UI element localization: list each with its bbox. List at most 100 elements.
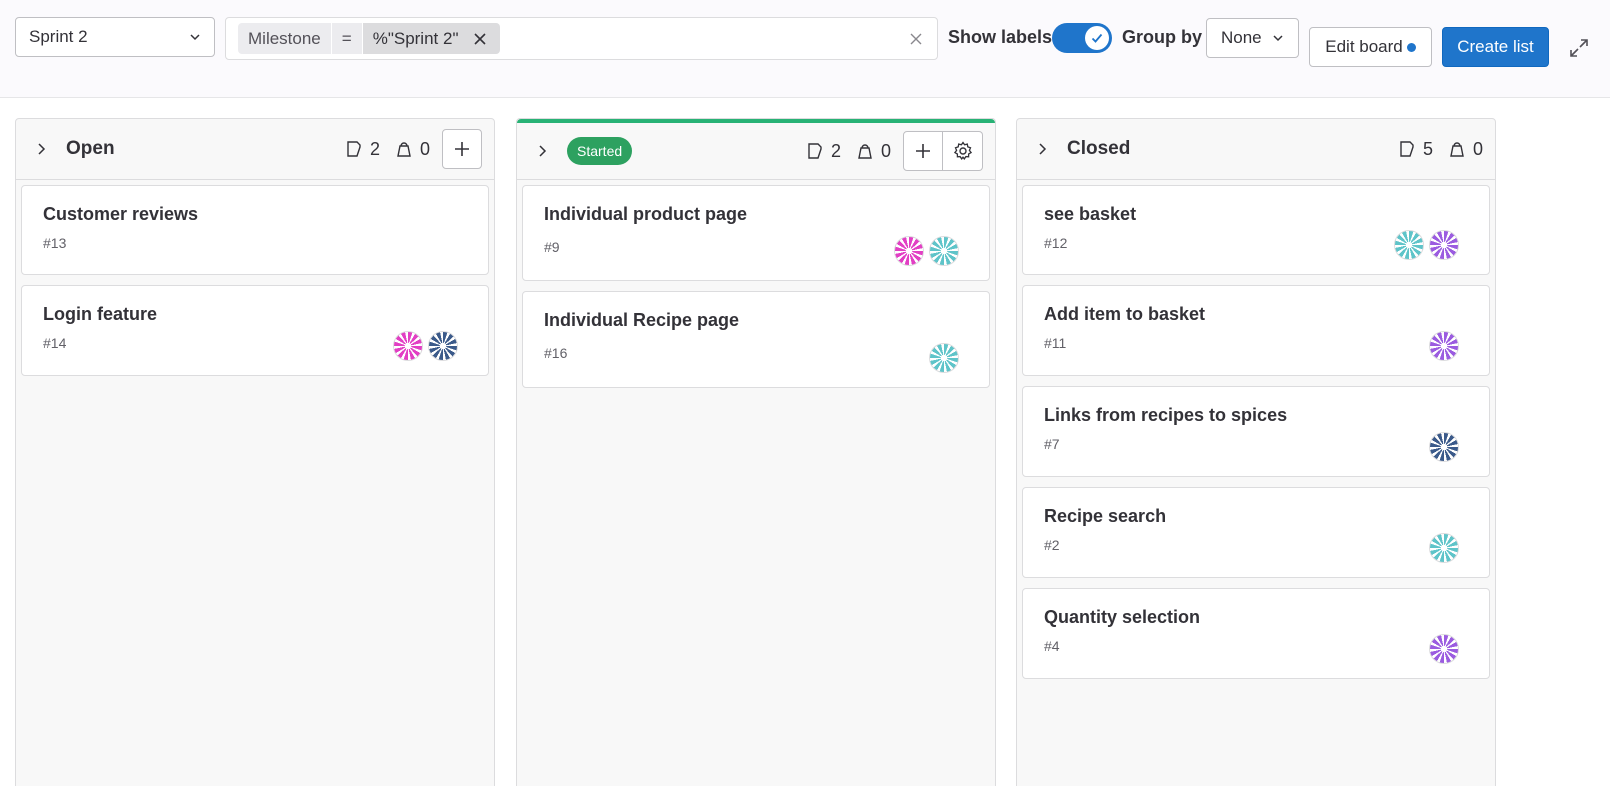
assignee-avatars — [929, 343, 959, 373]
chevron-down-icon — [190, 34, 200, 41]
card-title[interactable]: see basket — [1044, 204, 1468, 225]
issues-icon — [347, 141, 361, 157]
list-title: Open — [66, 138, 115, 159]
issue-card[interactable]: Quantity selection #4 — [1022, 588, 1490, 679]
avatar[interactable] — [428, 331, 458, 361]
issue-card[interactable]: see basket #12 — [1022, 185, 1490, 275]
list-title: Closed — [1067, 138, 1131, 159]
chevron-down-icon — [1273, 35, 1283, 42]
card-title[interactable]: Recipe search — [1044, 506, 1468, 527]
board-list-started: Started 2 0 Individual product page #9 I… — [516, 118, 996, 786]
weight-icon — [397, 142, 411, 157]
remove-token-icon[interactable] — [468, 23, 501, 54]
avatar[interactable] — [1394, 230, 1424, 260]
avatar[interactable] — [1429, 331, 1459, 361]
group-by-label: Group by — [1122, 27, 1202, 47]
filter-token-field: Milestone — [238, 23, 331, 54]
card-number: #13 — [43, 235, 67, 251]
avatar[interactable] — [1429, 634, 1459, 664]
weight-icon — [1450, 142, 1464, 157]
avatar[interactable] — [1429, 432, 1459, 462]
iteration-select[interactable]: Sprint 2 — [15, 17, 215, 57]
edit-board-button[interactable]: Edit board — [1309, 27, 1432, 67]
card-title[interactable]: Links from recipes to spices — [1044, 405, 1468, 426]
card-title[interactable]: Quantity selection — [1044, 607, 1468, 628]
board-toolbar: Sprint 2 Milestone = %"Sprint 2" Show la… — [0, 0, 1610, 98]
group-by-value: None — [1221, 28, 1262, 47]
iteration-select-value: Sprint 2 — [29, 27, 88, 46]
card-title[interactable]: Add item to basket — [1044, 304, 1468, 325]
list-header: Started 2 0 — [517, 119, 995, 180]
issue-count: 2 — [369, 138, 380, 159]
avatar[interactable] — [894, 236, 924, 266]
gear-icon — [953, 141, 972, 161]
card-number: #16 — [544, 345, 568, 361]
issue-card[interactable]: Add item to basket #11 — [1022, 285, 1490, 376]
avatar[interactable] — [929, 236, 959, 266]
toggle-knob — [1085, 26, 1109, 50]
issue-card[interactable]: Individual product page #9 — [522, 185, 990, 281]
issue-count: 5 — [1422, 138, 1433, 159]
group-by-select[interactable]: None — [1206, 18, 1299, 58]
chevron-right-icon[interactable] — [34, 142, 48, 156]
assignee-avatars — [1429, 533, 1459, 563]
add-issue-button[interactable] — [442, 129, 482, 169]
assignee-avatars — [1429, 634, 1459, 664]
issues-icon — [808, 143, 822, 159]
filter-token-operator: = — [330, 23, 363, 54]
clear-filter-icon[interactable] — [907, 30, 925, 48]
create-list-label: Create list — [1457, 37, 1534, 56]
filter-search-bar[interactable]: Milestone = %"Sprint 2" — [225, 17, 938, 60]
issue-card[interactable]: Individual Recipe page #16 — [522, 291, 990, 388]
issue-count: 2 — [830, 140, 841, 161]
card-title[interactable]: Customer reviews — [43, 204, 467, 225]
issues-icon — [1400, 141, 1414, 157]
status-badge: Started — [567, 137, 633, 165]
weight-count: 0 — [419, 138, 430, 159]
chevron-right-icon[interactable] — [535, 144, 549, 158]
card-number: #2 — [1044, 537, 1060, 553]
chevron-right-icon[interactable] — [1035, 142, 1049, 156]
issue-card[interactable]: Customer reviews #13 — [21, 185, 489, 275]
maximize-icon[interactable] — [1568, 37, 1590, 59]
create-list-button[interactable]: Create list — [1442, 27, 1549, 67]
add-issue-button[interactable] — [903, 131, 943, 171]
card-title[interactable]: Individual product page — [544, 204, 968, 225]
card-number: #4 — [1044, 638, 1060, 654]
card-title[interactable]: Login feature — [43, 304, 467, 325]
plus-icon — [455, 142, 469, 156]
issue-card[interactable]: Links from recipes to spices #7 — [1022, 386, 1490, 477]
weight-icon — [858, 144, 872, 159]
card-number: #11 — [1044, 335, 1067, 351]
board-list-open: Open 2 0 Customer reviews #13 Login feat… — [15, 118, 495, 786]
show-labels-toggle[interactable] — [1052, 23, 1112, 53]
assignee-avatars — [1429, 331, 1459, 361]
avatar[interactable] — [929, 343, 959, 373]
assignee-avatars — [894, 236, 959, 266]
filter-token-milestone[interactable]: Milestone = %"Sprint 2" — [238, 23, 501, 54]
avatar[interactable] — [1429, 533, 1459, 563]
card-number: #7 — [1044, 436, 1060, 452]
show-labels-label: Show labels — [948, 27, 1053, 47]
plus-icon — [916, 144, 930, 158]
list-counts: 2 0 — [344, 139, 438, 160]
list-header: Open 2 0 — [16, 119, 494, 180]
issue-card[interactable]: Recipe search #2 — [1022, 487, 1490, 578]
notification-dot-icon — [1406, 42, 1416, 52]
card-list: Individual product page #9 Individual Re… — [517, 180, 995, 403]
card-list: Customer reviews #13 Login feature #14 — [16, 180, 494, 391]
assignee-avatars — [1429, 432, 1459, 462]
board-list-closed: Closed 5 0 see basket #12 Add item to ba… — [1016, 118, 1496, 786]
filter-token-value: %"Sprint 2" — [362, 23, 469, 54]
avatar[interactable] — [1429, 230, 1459, 260]
avatar[interactable] — [393, 331, 423, 361]
check-icon — [1091, 33, 1103, 43]
assignee-avatars — [1394, 230, 1459, 260]
card-title[interactable]: Individual Recipe page — [544, 310, 968, 331]
list-settings-button[interactable] — [943, 131, 983, 171]
edit-board-label: Edit board — [1325, 37, 1403, 56]
weight-count: 0 — [1472, 138, 1483, 159]
issue-card[interactable]: Login feature #14 — [21, 285, 489, 376]
list-counts: 2 0 — [805, 141, 899, 162]
list-counts: 5 0 — [1397, 139, 1483, 160]
